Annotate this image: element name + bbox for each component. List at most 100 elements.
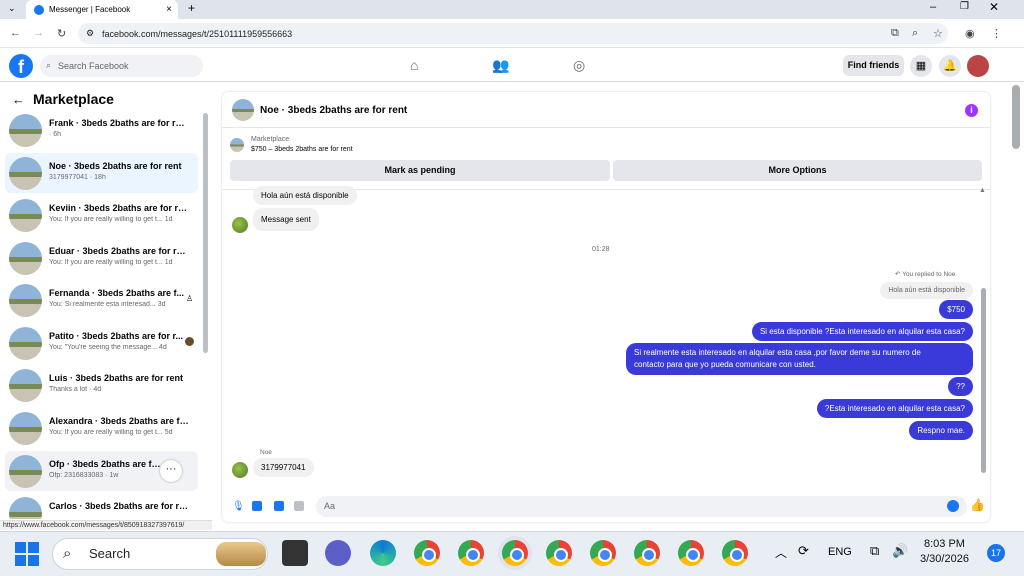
sticker-icon[interactable] — [274, 501, 284, 511]
conversation-preview: You: Si realmente esta interesad... 3d — [49, 301, 166, 308]
message-line: contacto para que yo pueda comunicare co… — [634, 360, 816, 369]
conversation-name: Luis · 3beds 2baths are for rent — [49, 373, 184, 383]
chrome-profile-icon[interactable] — [634, 540, 660, 566]
clock[interactable]: 8:03 PM 3/30/2026 — [920, 538, 969, 565]
sidebar-scrollbar[interactable] — [203, 113, 208, 353]
search-icon: ⌕ — [46, 60, 52, 70]
message-composer: 🎙 Aa 👍 — [222, 494, 990, 520]
tab-list-icon[interactable]: ⌄ — [8, 3, 16, 14]
emoji-icon[interactable] — [947, 500, 959, 512]
notifications-bell-icon[interactable]: 🔔 — [939, 55, 961, 77]
page-scrollbar[interactable] — [1012, 85, 1020, 149]
scroll-up-icon[interactable]: ▲ — [979, 187, 986, 194]
chrome-profile-icon[interactable] — [590, 540, 616, 566]
status-bar-url: https://www.facebook.com/messages/t/8509… — [0, 520, 212, 530]
outgoing-message[interactable]: $750 — [939, 300, 973, 319]
listing-title[interactable]: $750 – 3beds 2baths are for rent — [251, 146, 353, 153]
chat-title[interactable]: Noe · 3beds 2baths are for rent — [260, 105, 407, 116]
conversation-item[interactable]: Carlos · 3beds 2baths are for rent — [5, 493, 198, 519]
sync-icon[interactable]: ⟳ — [798, 543, 809, 559]
conversation-item-hovered[interactable]: Ofp · 3beds 2baths are for re... Ofp: 23… — [5, 451, 198, 491]
outgoing-message[interactable]: ?Esta interesado en alquilar esta casa? — [816, 399, 973, 418]
install-app-icon[interactable]: ⧉ — [891, 27, 899, 40]
message-line: Si realmente esta interesado en alquilar… — [634, 348, 921, 357]
chrome-icon[interactable] — [414, 540, 440, 566]
site-info-icon[interactable]: ⚙ — [86, 28, 94, 39]
conversation-item[interactable]: Eduar · 3beds 2baths are for rent You: I… — [5, 238, 198, 278]
conversation-item[interactable]: Fernanda · 3beds 2baths are f... You: Si… — [5, 280, 198, 320]
groups-icon[interactable]: ◎ — [573, 57, 585, 74]
windows-start-icon[interactable] — [15, 542, 39, 566]
menu-grid-icon[interactable]: ▦ — [910, 55, 932, 77]
restore-icon[interactable]: ❐ — [960, 1, 969, 12]
conversation-name: Alexandra · 3beds 2baths are fo... — [49, 416, 189, 426]
network-icon[interactable]: ⧉ — [870, 543, 879, 559]
conversation-name: Ofp · 3beds 2baths are for re... — [49, 459, 161, 469]
incoming-message[interactable]: Message sent — [253, 208, 319, 231]
marketplace-label: Marketplace — [251, 136, 290, 143]
chrome-profile-icon[interactable] — [546, 540, 572, 566]
facebook-logo-icon[interactable]: f — [9, 54, 33, 78]
outgoing-message[interactable]: ?? — [948, 377, 973, 396]
new-tab-icon[interactable]: + — [188, 1, 195, 15]
zoom-icon[interactable]: ⌕ — [912, 27, 918, 40]
thumbs-up-icon[interactable]: 👍 — [970, 498, 985, 512]
url-field[interactable]: ⚙ facebook.com/messages/t/25101111959556… — [78, 23, 948, 44]
close-tab-icon[interactable]: × — [166, 4, 172, 15]
chat-avatar[interactable] — [232, 99, 254, 121]
teams-icon[interactable] — [325, 540, 351, 566]
chat-scrollbar[interactable] — [981, 288, 986, 473]
conversation-item[interactable]: Frank · 3beds 2baths are for rent · 6h — [5, 110, 198, 150]
find-friends-button[interactable]: Find friends — [843, 55, 904, 76]
account-avatar[interactable] — [967, 55, 989, 77]
conversation-item[interactable]: Patito · 3beds 2baths are for r... You: … — [5, 323, 198, 363]
incoming-message[interactable]: Hola aún está disponible — [253, 186, 357, 205]
forward-icon[interactable]: → — [33, 27, 44, 39]
close-window-icon[interactable]: ✕ — [989, 0, 999, 14]
marketplace-sidebar: ← Marketplace Frank · 3beds 2baths are f… — [0, 83, 215, 519]
profile-icon[interactable]: ◉ — [965, 27, 975, 40]
language-indicator[interactable]: ENG — [828, 546, 852, 558]
more-options-icon[interactable]: ··· — [160, 460, 182, 482]
tab-title: Messenger | Facebook — [49, 5, 131, 14]
conversation-item[interactable]: Alexandra · 3beds 2baths are fo... You: … — [5, 408, 198, 448]
bookmark-star-icon[interactable]: ☆ — [933, 27, 943, 40]
listing-avatar — [9, 284, 42, 317]
notification-badge[interactable]: 17 — [987, 544, 1005, 562]
back-arrow-icon[interactable]: ← — [12, 92, 25, 107]
edge-icon[interactable] — [370, 540, 396, 566]
minimize-icon[interactable]: – — [930, 1, 936, 13]
task-view-icon[interactable] — [282, 540, 308, 566]
facebook-search-input[interactable]: ⌕ Search Facebook — [40, 55, 203, 77]
chrome-profile-active-icon[interactable] — [502, 540, 528, 566]
browser-tab[interactable]: Messenger | Facebook × — [26, 0, 178, 19]
outgoing-message[interactable]: Respno mae. — [909, 421, 973, 440]
mark-as-pending-button[interactable]: Mark as pending — [230, 160, 610, 181]
conversation-item[interactable]: Keviin · 3beds 2baths are for rent You: … — [5, 195, 198, 235]
conversation-item-selected[interactable]: Noe · 3beds 2baths are for rent 31799770… — [5, 153, 198, 193]
volume-icon[interactable]: 🔊 — [892, 543, 908, 559]
listing-thumbnail[interactable] — [230, 138, 244, 152]
back-icon[interactable]: ← — [10, 27, 21, 39]
reply-quote[interactable]: Hola aún está disponible — [880, 282, 973, 299]
taskbar-search[interactable]: ⌕ Search — [52, 538, 268, 570]
incoming-message[interactable]: 3179977041 — [253, 458, 314, 477]
microphone-icon[interactable]: 🎙 — [232, 501, 245, 512]
url-text: facebook.com/messages/t/2510111195955666… — [102, 28, 293, 39]
chrome-profile-icon[interactable] — [458, 540, 484, 566]
photo-icon[interactable] — [252, 501, 262, 511]
home-icon[interactable]: ⌂ — [410, 57, 418, 73]
conversation-item[interactable]: Luis · 3beds 2baths are for rent Thanks … — [5, 365, 198, 405]
more-options-button[interactable]: More Options — [613, 160, 982, 181]
outgoing-message[interactable]: Si realmente esta interesado en alquilar… — [626, 343, 973, 375]
menu-kebab-icon[interactable]: ⋮ — [991, 27, 1002, 40]
chrome-profile-icon[interactable] — [722, 540, 748, 566]
chrome-profile-icon[interactable] — [678, 540, 704, 566]
friends-icon[interactable]: 👥 — [492, 57, 509, 74]
gif-icon[interactable] — [294, 501, 304, 511]
message-input[interactable]: Aa — [316, 496, 967, 517]
reload-icon[interactable]: ↻ — [57, 27, 66, 40]
show-hidden-icons-chevron-icon[interactable]: ︿ — [775, 544, 787, 561]
outgoing-message[interactable]: Si esta disponible ?Esta interesado en a… — [751, 322, 973, 341]
info-icon[interactable]: i — [965, 104, 978, 117]
